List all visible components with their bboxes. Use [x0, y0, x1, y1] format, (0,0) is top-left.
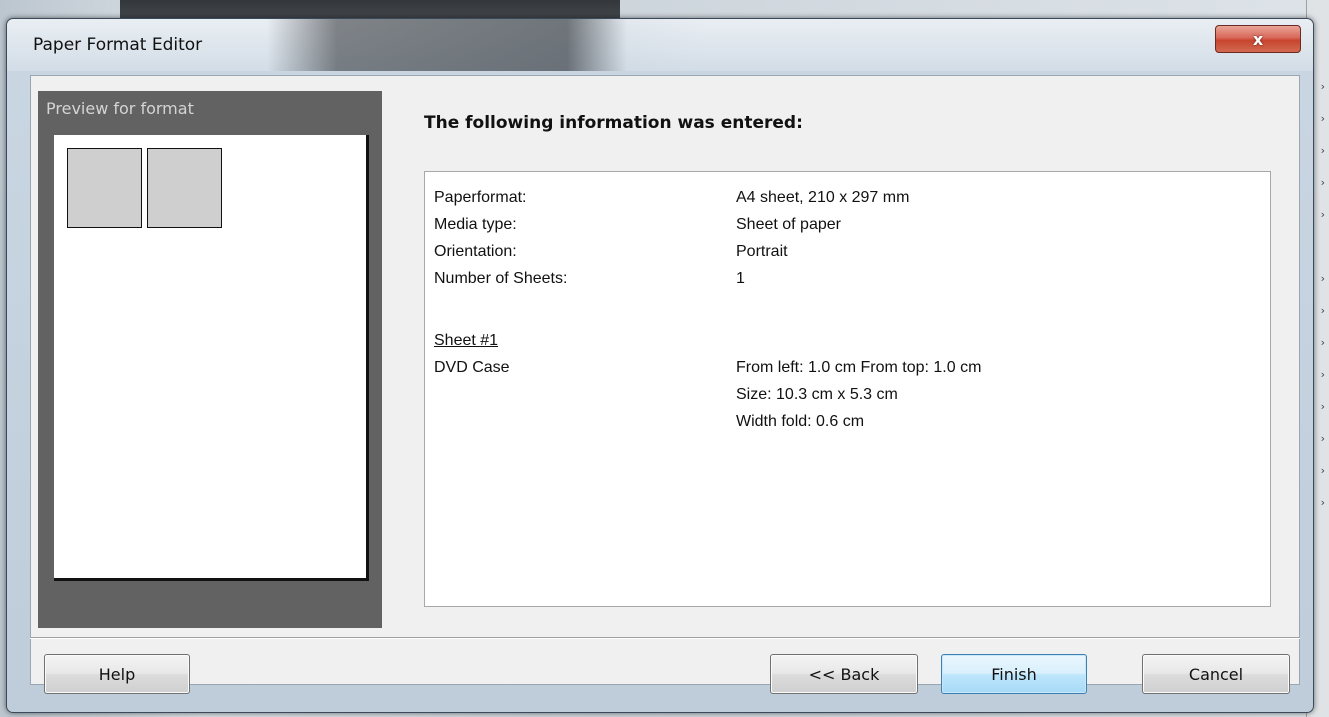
chevron-right-icon: › [1320, 80, 1325, 93]
field-value-orientation: Portrait [736, 243, 788, 260]
field-label-media-type: Media type: [434, 216, 517, 233]
title-bar[interactable]: Paper Format Editor x [7, 19, 1313, 71]
preview-paper-sheet [54, 135, 369, 581]
button-separator [30, 637, 1300, 639]
chevron-right-icon: › [1320, 208, 1325, 221]
preview-fold-strip [141, 148, 148, 228]
close-icon: x [1252, 29, 1264, 49]
chevron-right-icon: › [1320, 272, 1325, 285]
chevron-right-icon: › [1320, 112, 1325, 125]
sheet-item-label: DVD Case [434, 359, 510, 376]
field-label-number-of-sheets: Number of Sheets: [434, 270, 568, 287]
chevron-right-icon: › [1320, 368, 1325, 381]
window-title: Paper Format Editor [33, 35, 203, 55]
chevron-right-icon: › [1320, 496, 1325, 509]
chevron-right-icon: › [1320, 144, 1325, 157]
help-button[interactable]: Help [44, 654, 190, 694]
sheet-item-position: From left: 1.0 cm From top: 1.0 cm [736, 359, 982, 376]
chevron-right-icon: › [1320, 304, 1325, 317]
field-value-paperformat: A4 sheet, 210 x 297 mm [736, 189, 910, 206]
chevron-right-icon: › [1320, 176, 1325, 189]
field-value-number-of-sheets: 1 [736, 270, 745, 287]
field-value-media-type: Sheet of paper [736, 216, 841, 233]
chevron-right-icon: › [1320, 432, 1325, 445]
chevron-right-icon: › [1320, 336, 1325, 349]
sheet-title: Sheet #1 [434, 332, 499, 349]
chevron-right-icon: › [1320, 464, 1325, 477]
cancel-button[interactable]: Cancel [1142, 654, 1290, 694]
sheet-item-size: Size: 10.3 cm x 5.3 cm [736, 386, 898, 403]
summary-box: Paperformat: A4 sheet, 210 x 297 mm Medi… [424, 171, 1271, 607]
field-label-paperformat: Paperformat: [434, 189, 527, 206]
close-button[interactable]: x [1215, 25, 1301, 53]
preview-dvd-case [67, 148, 222, 228]
back-button[interactable]: << Back [770, 654, 918, 694]
field-label-orientation: Orientation: [434, 243, 517, 260]
sheet-item-width-fold: Width fold: 0.6 cm [736, 413, 865, 430]
summary-heading: The following information was entered: [424, 113, 803, 133]
preview-panel: Preview for format [38, 91, 382, 628]
chevron-right-icon: › [1320, 400, 1325, 413]
preview-label: Preview for format [46, 99, 194, 118]
finish-button[interactable]: Finish [941, 654, 1087, 694]
